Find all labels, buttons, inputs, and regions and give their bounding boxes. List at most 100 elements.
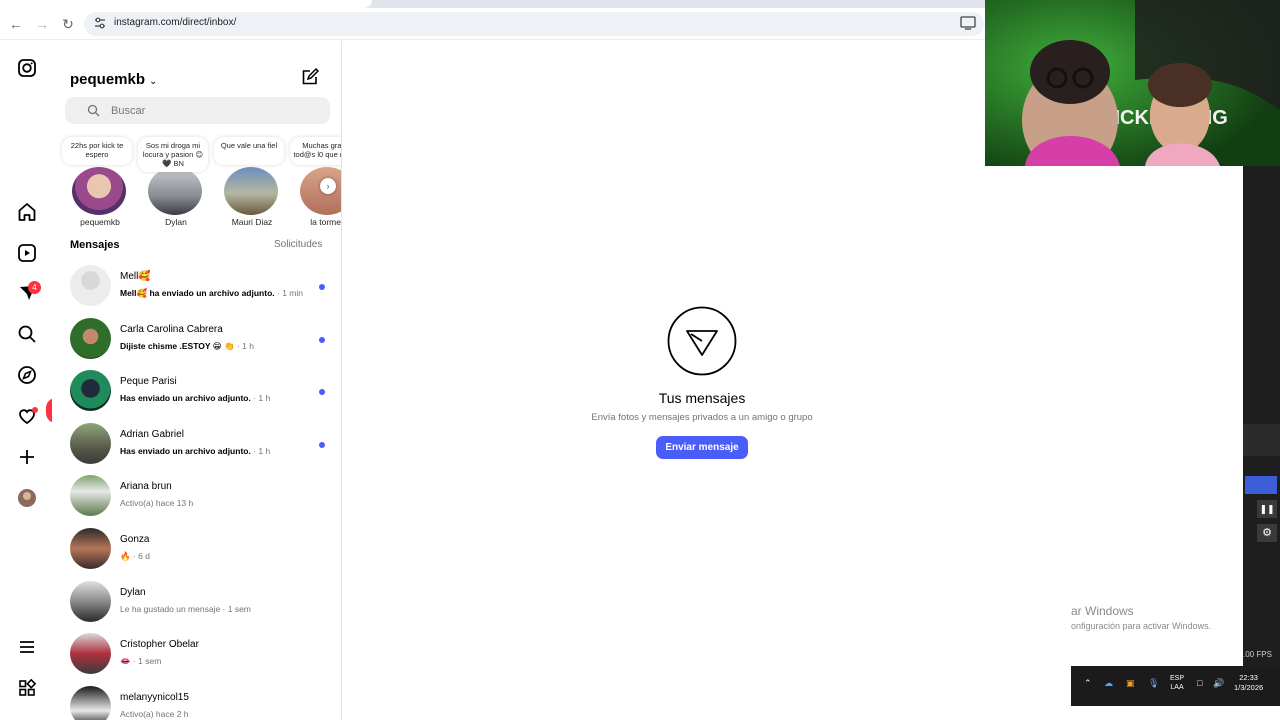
network-icon[interactable]: □	[1197, 678, 1202, 688]
more-menu-icon[interactable]	[16, 636, 38, 658]
desktop-strip	[1071, 706, 1280, 720]
address-bar[interactable]: instagram.com/direct/inbox/	[84, 12, 984, 36]
notes-carousel: 22hs por kick te espero pequemkb Sos mi …	[52, 137, 341, 229]
conversation-row[interactable]: Adrian Gabriel Has enviado un archivo adj…	[52, 418, 341, 470]
explore-icon[interactable]	[16, 364, 38, 386]
search-icon	[87, 104, 100, 117]
preview-time: · 1 sem	[220, 603, 251, 614]
avatar	[70, 422, 111, 464]
preview-time: · 1 sem	[130, 656, 162, 667]
avatar	[224, 167, 278, 215]
reels-icon[interactable]	[16, 242, 38, 264]
url-text[interactable]: instagram.com/direct/inbox/	[114, 17, 236, 28]
conversation-row[interactable]: Peque Parisi Has enviado un archivo adjun…	[52, 365, 341, 417]
conversation-row[interactable]: Cristopher Obelar 👄 · 1 sem	[52, 628, 341, 680]
conversation-preview: Dijiste chisme .ESTOY 😁 👏 · 1 h	[120, 341, 254, 352]
site-settings-icon[interactable]	[93, 16, 107, 30]
language-indicator[interactable]: ESP LAA	[1170, 674, 1184, 692]
conversation-row[interactable]: Carla Carolina Cabrera Dijiste chisme .ES…	[52, 313, 341, 365]
conversation-row[interactable]: Dylan Le ha gustado un mensaje · 1 sem	[52, 576, 341, 628]
avatar	[148, 167, 202, 215]
conversation-preview: 🔥 · 6 d	[120, 551, 150, 562]
note-name: la tormen	[310, 217, 341, 227]
conversation-preview: Has enviado un archivo adjunto. · 1 h	[120, 393, 270, 403]
browser-tab-strip	[0, 0, 985, 8]
messages-badge: 4	[28, 281, 41, 294]
settings-gear-icon[interactable]: ⚙	[1257, 524, 1277, 542]
activate-windows-title: ar Windows	[1071, 604, 1134, 618]
microphone-icon[interactable]: 🎙	[1148, 678, 1159, 689]
webcam-feed: KICKBOXING	[985, 0, 1280, 166]
preview-text: 👄	[120, 656, 131, 667]
preview-time: · 1 h	[234, 340, 254, 351]
unread-dot	[319, 441, 325, 448]
requests-link[interactable]: Solicitudes	[274, 239, 322, 250]
note-name: pequemkb	[80, 217, 120, 227]
conversation-preview: Has enviado un archivo adjunto. · 1 h	[120, 446, 270, 456]
new-message-icon[interactable]	[300, 67, 320, 87]
conversation-row[interactable]: Mell🥰 Mell🥰 ha enviado un archivo adjunto…	[52, 260, 341, 312]
conversation-name: Carla Carolina Cabrera	[120, 323, 223, 335]
profile-avatar[interactable]	[16, 487, 38, 509]
preview-text: Dijiste chisme .ESTOY 😁 👏	[120, 340, 235, 351]
forward-icon[interactable]: →	[34, 16, 50, 32]
tray-expand-icon[interactable]: ⌃	[1084, 678, 1092, 689]
conversation-row[interactable]: Gonza 🔥 · 6 d	[52, 523, 341, 575]
conversation-preview: Le ha gustado un mensaje · 1 sem	[120, 604, 251, 614]
install-app-icon[interactable]	[960, 16, 976, 30]
conversation-name: Adrian Gabriel	[120, 428, 184, 440]
conversation-row[interactable]: melanyynicol15 Activo(a) hace 2 h	[52, 681, 341, 720]
pause-icon[interactable]: ❚❚	[1257, 500, 1277, 518]
conversation-preview: Mell🥰 ha enviado un archivo adjunto. · 1…	[120, 288, 303, 299]
avatar	[70, 317, 111, 359]
reload-icon[interactable]: ↻	[60, 16, 76, 32]
unread-dot	[319, 389, 325, 396]
conversation-name: Cristopher Obelar	[120, 639, 199, 651]
back-icon[interactable]: ←	[8, 16, 24, 32]
home-icon[interactable]	[16, 201, 38, 223]
unread-dot	[319, 336, 325, 343]
volume-icon[interactable]: 🔊	[1213, 678, 1224, 689]
create-icon[interactable]	[16, 446, 38, 468]
conversation-name: Mell🥰	[120, 271, 151, 282]
conversation-name: Peque Parisi	[120, 376, 177, 388]
avatar	[70, 370, 111, 412]
account-switcher[interactable]: pequemkb ⌄	[70, 71, 157, 88]
avatar	[70, 528, 111, 569]
preview-text: Activo(a) hace 2 h	[120, 708, 189, 719]
avatar	[70, 265, 111, 306]
preview-time: · 1 h	[250, 393, 271, 404]
send-message-button[interactable]: Enviar mensaje	[656, 436, 748, 459]
onedrive-icon[interactable]: ☁	[1104, 678, 1113, 689]
preview-text: Le ha gustado un mensaje	[120, 603, 221, 614]
preview-text: Mell🥰 ha enviado un archivo adjunto.	[120, 288, 275, 298]
search-input[interactable]	[111, 102, 311, 119]
chevron-right-icon[interactable]: ›	[320, 178, 336, 194]
messages-heading: Mensajes	[70, 239, 120, 251]
unread-dot	[319, 284, 325, 290]
active-tab[interactable]	[0, 0, 372, 8]
search-box[interactable]	[65, 97, 330, 124]
conversation-name: Gonza	[120, 534, 150, 545]
conversation-area	[343, 41, 985, 720]
conversation-preview: Activo(a) hace 13 h	[120, 498, 193, 508]
inbox-panel: pequemkb⌄ 22hs por kick te espero pequem…	[52, 41, 342, 720]
clock[interactable]: 22:33 1/3/2026	[1234, 673, 1263, 693]
search-icon[interactable]	[16, 323, 38, 345]
conversation-row[interactable]: Ariana brun Activo(a) hace 13 h	[52, 470, 341, 522]
conversation-name: Dylan	[120, 586, 146, 598]
desktop-background	[1071, 166, 1243, 666]
avatar	[70, 580, 111, 622]
apps-grid-icon[interactable]	[16, 677, 38, 699]
windows-taskbar: ⌃ ☁ ▣ 🎙 ESP LAA □ 🔊 22:33 1/3/2026	[1071, 666, 1280, 706]
instagram-logo-icon[interactable]	[16, 57, 38, 79]
app-tray-icon[interactable]: ▣	[1126, 678, 1135, 689]
obs-panel: ❚❚ ⚙	[1243, 166, 1280, 666]
preview-text: 🔥	[120, 551, 131, 561]
empty-state-subtitle: Envía fotos y mensajes privados a un ami…	[591, 412, 813, 423]
avatar	[70, 633, 111, 675]
preview-time: · 6 d	[130, 551, 150, 561]
notification-dot	[32, 407, 38, 413]
fps-readout: .00 FPS	[1243, 650, 1272, 659]
activate-windows-text: onfiguración para activar Windows.	[1071, 621, 1212, 631]
